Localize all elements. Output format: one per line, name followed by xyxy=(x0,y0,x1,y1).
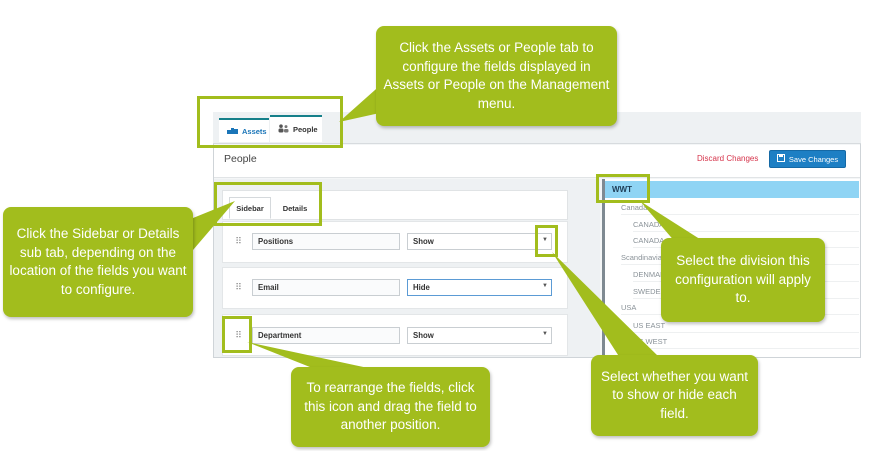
callout-subtabs: Click the Sidebar or Details sub tab, de… xyxy=(3,207,193,317)
callout-show-hide: Select whether you want to show or hide … xyxy=(591,355,758,436)
callout-division: Select the division this configuration w… xyxy=(661,238,825,322)
callout-tabs: Click the Assets or People tab to config… xyxy=(376,26,617,126)
callout-rearrange: To rearrange the fields, click this icon… xyxy=(291,367,490,447)
tabs-highlight-frame xyxy=(197,96,343,148)
division-highlight-frame xyxy=(596,174,650,203)
subtabs-highlight-frame xyxy=(214,182,322,226)
drag-icon-highlight-frame xyxy=(222,316,252,353)
select-caret-highlight-frame xyxy=(535,225,558,257)
